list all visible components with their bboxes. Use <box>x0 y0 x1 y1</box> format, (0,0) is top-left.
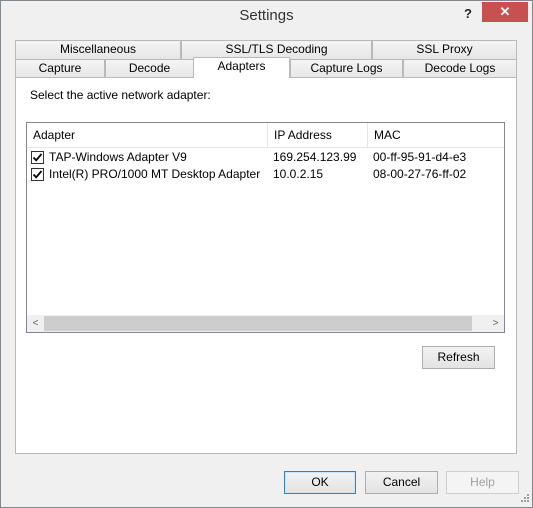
tab-adapters[interactable]: Adapters <box>193 57 290 78</box>
title-bar[interactable]: Settings ? ✕ <box>1 1 532 32</box>
adapter-name: TAP-Windows Adapter V9 <box>49 150 187 164</box>
scrollbar-thumb[interactable] <box>44 316 472 331</box>
tab-capture[interactable]: Capture <box>15 59 105 78</box>
adapter-ip: 169.254.123.99 <box>273 150 357 164</box>
dialog-button-bar: OK Cancel Help <box>1 463 532 507</box>
scroll-right-icon[interactable]: > <box>487 315 504 332</box>
checkmark-icon <box>32 153 43 162</box>
resize-grip-icon[interactable] <box>518 493 530 505</box>
list-header: Adapter IP Address MAC <box>27 123 504 148</box>
horizontal-scrollbar[interactable]: < > <box>27 315 504 332</box>
adapter-checkbox[interactable] <box>31 151 44 164</box>
scroll-left-icon[interactable]: < <box>27 315 44 332</box>
instruction-label: Select the active network adapter: <box>30 88 211 102</box>
cancel-button[interactable]: Cancel <box>365 471 438 494</box>
adapter-checkbox[interactable] <box>31 168 44 181</box>
ok-button[interactable]: OK <box>284 471 356 494</box>
adapter-name: Intel(R) PRO/1000 MT Desktop Adapter <box>49 167 261 181</box>
close-button[interactable]: ✕ <box>482 2 528 22</box>
window-title: Settings <box>239 7 294 24</box>
help-button: Help <box>446 471 519 494</box>
adapter-mac: 00-ff-95-91-d4-e3 <box>373 150 467 164</box>
tab-capture-logs[interactable]: Capture Logs <box>290 59 403 78</box>
list-item[interactable]: TAP-Windows Adapter V9 169.254.123.99 00… <box>27 149 504 166</box>
adapters-tab-panel: Select the active network adapter: Adapt… <box>15 77 517 454</box>
column-header-ip-address[interactable]: IP Address <box>268 123 368 147</box>
tab-miscellaneous[interactable]: Miscellaneous <box>15 40 181 59</box>
adapter-ip: 10.0.2.15 <box>273 167 324 181</box>
settings-window: Settings ? ✕ Miscellaneous SSL/TLS Decod… <box>0 0 533 508</box>
adapter-mac: 08-00-27-76-ff-02 <box>373 167 467 181</box>
list-item[interactable]: Intel(R) PRO/1000 MT Desktop Adapter 10.… <box>27 166 504 183</box>
refresh-button[interactable]: Refresh <box>422 346 495 369</box>
tab-decode-logs[interactable]: Decode Logs <box>403 59 517 78</box>
close-icon: ✕ <box>499 4 511 19</box>
tab-ssl-proxy[interactable]: SSL Proxy <box>372 40 517 59</box>
adapter-list[interactable]: Adapter IP Address MAC TAP-Windows Adapt… <box>26 122 505 333</box>
column-header-adapter[interactable]: Adapter <box>27 123 267 147</box>
column-header-mac[interactable]: MAC <box>368 123 504 147</box>
tab-decode[interactable]: Decode <box>105 59 194 78</box>
help-titlebar-button[interactable]: ? <box>459 5 477 23</box>
checkmark-icon <box>32 170 43 179</box>
